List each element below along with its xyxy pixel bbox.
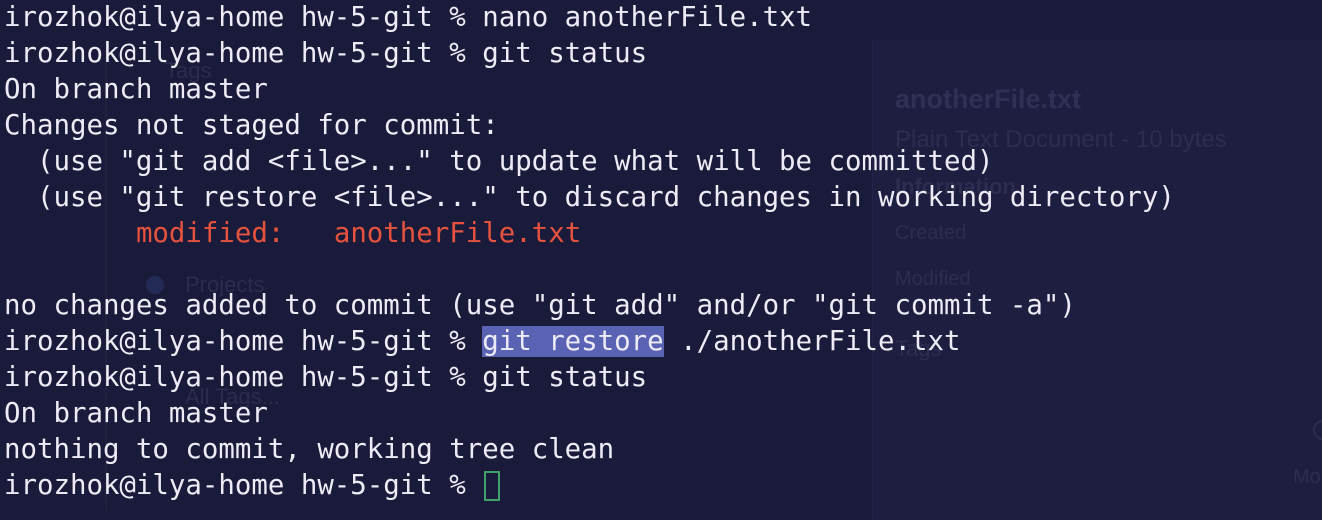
terminal-line: (use "git restore <file>..." to discard …	[4, 182, 1175, 213]
terminal-line: Changes not staged for commit:	[4, 110, 499, 141]
terminal-line: irozhok@ilya-home hw-5-git % nano anothe…	[4, 0, 1322, 36]
shell-command: nano anotherFile.txt	[482, 2, 813, 33]
shell-prompt: irozhok@ilya-home hw-5-git %	[4, 2, 483, 33]
shell-prompt: irozhok@ilya-home hw-5-git %	[4, 362, 483, 393]
shell-prompt: irozhok@ilya-home hw-5-git %	[4, 326, 483, 357]
shell-command: git status	[482, 362, 648, 393]
terminal-output[interactable]: irozhok@ilya-home hw-5-git % nano anothe…	[4, 0, 1322, 508]
terminal-line[interactable]: irozhok@ilya-home hw-5-git %	[4, 468, 1322, 504]
terminal-line: irozhok@ilya-home hw-5-git % git restore…	[4, 324, 1322, 360]
terminal-line: On branch master	[4, 398, 268, 429]
shell-prompt: irozhok@ilya-home hw-5-git %	[4, 38, 483, 69]
terminal-line: no changes added to commit (use "git add…	[4, 290, 1076, 321]
terminal-line: irozhok@ilya-home hw-5-git % git status	[4, 360, 1322, 396]
modified-file-status: modified: anotherFile.txt	[135, 218, 582, 249]
shell-command: git status	[482, 38, 648, 69]
terminal-line: nothing to commit, working tree clean	[4, 434, 615, 465]
terminal-line: (use "git add <file>..." to update what …	[4, 146, 994, 177]
selected-text[interactable]: git restore	[482, 326, 664, 357]
terminal-line: irozhok@ilya-home hw-5-git % git status	[4, 36, 1322, 72]
terminal-line: On branch master	[4, 74, 268, 105]
terminal-line: modified: anotherFile.txt	[4, 216, 1322, 252]
text-cursor	[484, 471, 501, 501]
shell-prompt: irozhok@ilya-home hw-5-git %	[4, 470, 483, 501]
shell-command: ./anotherFile.txt	[663, 326, 961, 357]
